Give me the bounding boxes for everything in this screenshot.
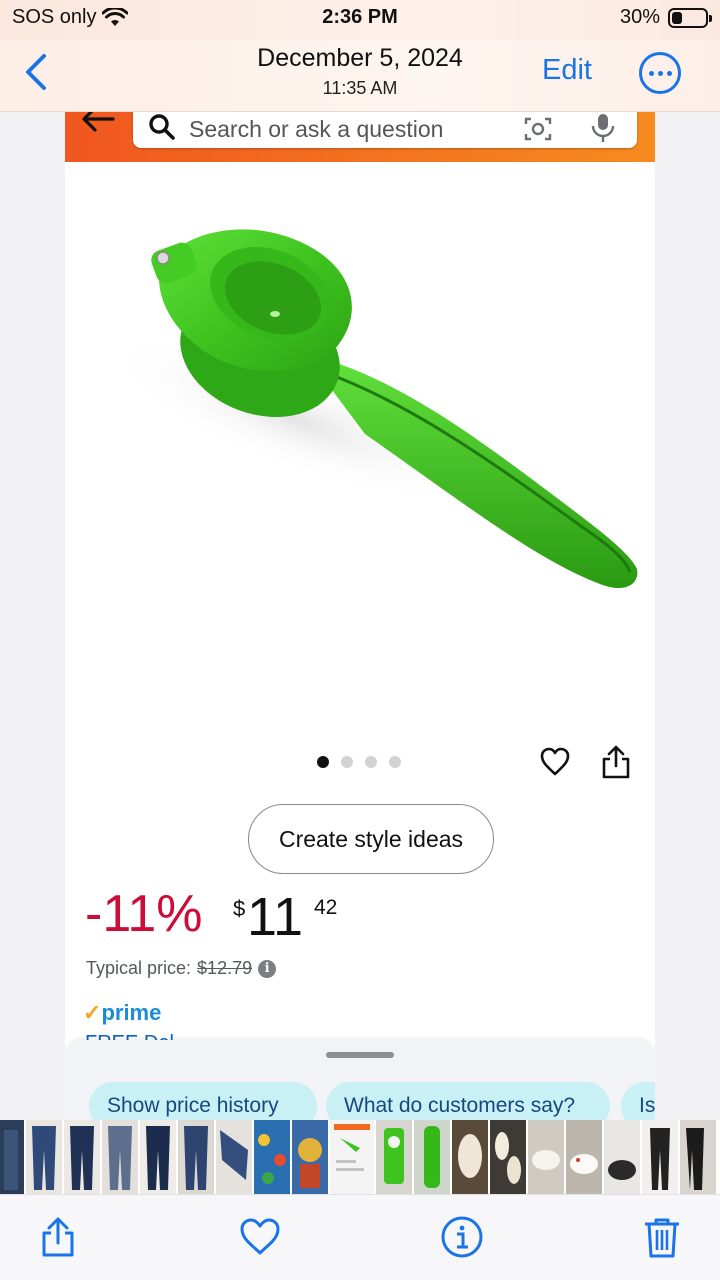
thumbnail[interactable]	[414, 1120, 450, 1194]
prime-badge: ✓prime	[83, 1000, 161, 1026]
chip-price-history[interactable]: Show price history	[89, 1082, 317, 1120]
thumbnail[interactable]	[680, 1120, 716, 1194]
battery-percent: 30%	[619, 6, 660, 28]
thumbnail[interactable]	[642, 1120, 678, 1194]
thumbnail[interactable]	[178, 1120, 214, 1194]
thumbnail[interactable]	[216, 1120, 252, 1194]
share-icon[interactable]	[36, 1215, 80, 1259]
status-bar: SOS only 2:36 PM 30%	[0, 0, 720, 40]
pager-dot[interactable]	[341, 756, 353, 768]
discount-percent: -11%	[85, 885, 203, 943]
create-style-ideas-button[interactable]: Create style ideas	[248, 804, 494, 874]
back-arrow-icon[interactable]	[79, 112, 119, 134]
photo-content: Search or ask a question Create style id…	[65, 112, 655, 1120]
photos-header: December 5, 2024 11:35 AM Edit	[0, 40, 720, 112]
thumbnail[interactable]	[490, 1120, 526, 1194]
info-icon[interactable]	[440, 1215, 484, 1259]
share-icon[interactable]	[601, 744, 631, 780]
battery-level	[672, 11, 682, 24]
status-right: 30%	[619, 6, 712, 29]
thumbnail[interactable]	[64, 1120, 100, 1194]
chip-is[interactable]: Is	[621, 1082, 655, 1120]
bottom-toolbar	[0, 1194, 720, 1280]
product-image[interactable]	[65, 174, 655, 734]
price-whole: 11	[247, 887, 304, 947]
status-time: 2:36 PM	[322, 6, 398, 28]
pager-dot[interactable]	[365, 756, 377, 768]
trash-icon[interactable]	[640, 1215, 684, 1259]
search-placeholder: Search or ask a question	[189, 116, 444, 142]
typical-price-value: $12.79	[197, 958, 253, 978]
photo-time: 11:35 AM	[322, 78, 398, 98]
photo-date: December 5, 2024	[257, 44, 463, 72]
thumbnail[interactable]	[528, 1120, 564, 1194]
typical-price-label: Typical price:	[86, 958, 192, 978]
chip-customers-say[interactable]: What do customers say?	[326, 1082, 610, 1120]
price-currency: $	[233, 896, 246, 921]
thumbnail[interactable]	[566, 1120, 602, 1194]
thumbnail[interactable]	[254, 1120, 290, 1194]
price-info-icon[interactable]: i	[258, 959, 277, 978]
heart-icon[interactable]	[238, 1215, 282, 1259]
more-ellipsis-icon[interactable]	[639, 52, 681, 94]
image-pager-dots[interactable]	[317, 756, 401, 768]
thumbnail[interactable]	[452, 1120, 488, 1194]
typical-price-row: Typical price: $12.79 i	[86, 958, 277, 979]
price-fraction: 42	[314, 896, 338, 919]
battery-icon	[668, 7, 712, 28]
pager-dot[interactable]	[317, 756, 329, 768]
thumbnail[interactable]	[292, 1120, 328, 1194]
camera-icon[interactable]	[523, 116, 553, 142]
prime-check-icon: ✓	[83, 1000, 102, 1025]
edit-button[interactable]: Edit	[542, 54, 592, 87]
search-icon	[149, 114, 175, 140]
amazon-search-bar: Search or ask a question	[65, 112, 655, 162]
search-field[interactable]: Search or ask a question	[133, 112, 637, 148]
thumbnail[interactable]	[376, 1120, 412, 1194]
pager-dot[interactable]	[389, 756, 401, 768]
thumbnail[interactable]	[0, 1120, 24, 1194]
photo-thumbnail-strip[interactable]	[0, 1120, 720, 1194]
thumbnail[interactable]	[330, 1120, 374, 1194]
thumbnail[interactable]	[604, 1120, 640, 1194]
sheet-drag-handle[interactable]	[326, 1052, 394, 1058]
wishlist-heart-icon[interactable]	[539, 746, 571, 778]
thumbnail[interactable]	[26, 1120, 62, 1194]
rufus-bottom-sheet: Show price history What do customers say…	[65, 1040, 655, 1120]
thumbnail[interactable]	[140, 1120, 176, 1194]
prime-label: prime	[101, 1000, 162, 1025]
thumbnail[interactable]	[102, 1120, 138, 1194]
microphone-icon[interactable]	[589, 112, 617, 144]
